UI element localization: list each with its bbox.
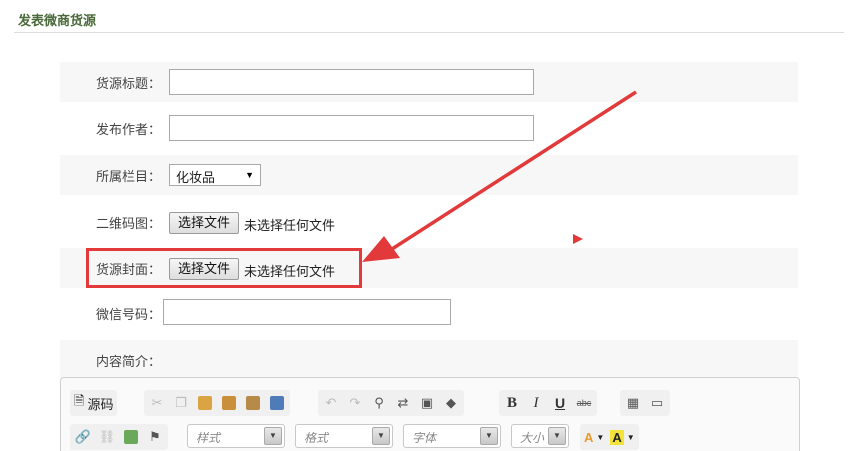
bg-color-label: A <box>610 429 624 445</box>
source-button[interactable]: 🗎 源码 <box>74 393 114 412</box>
font-combo[interactable]: 字体 ▼ <box>403 424 501 448</box>
image-icon[interactable] <box>122 428 140 446</box>
toolbar-group-source: 🗎 源码 <box>70 390 118 416</box>
strikethrough-button[interactable]: abc <box>575 394 593 412</box>
style-placeholder: 样式 <box>196 431 221 445</box>
unlink-icon[interactable]: ⛓ <box>98 428 116 446</box>
paste-word-icon[interactable] <box>244 394 262 412</box>
text-color-label: A <box>584 429 594 445</box>
italic-button[interactable]: I <box>527 394 545 412</box>
eraser-icon[interactable]: ◆ <box>442 394 460 412</box>
horizontal-rule-icon[interactable]: ▭ <box>648 394 666 412</box>
chevron-down-icon: ▼ <box>548 427 566 445</box>
chevron-down-icon: ▼ <box>372 427 390 445</box>
bg-color-button[interactable]: A ▼ <box>610 428 635 446</box>
toolbar-group-clipboard: ✂ ❐ <box>144 390 290 416</box>
underline-button[interactable]: U <box>551 394 569 412</box>
chevron-down-icon: ▼ <box>264 427 282 445</box>
text-color-button[interactable]: A ▼ <box>584 428 604 446</box>
toolbar-group-format: B I U abc <box>499 390 597 416</box>
copy-icon[interactable]: ❐ <box>172 394 190 412</box>
toolbar-group-links: 🔗 ⛓ ⚑ <box>70 424 168 450</box>
format-combo[interactable]: 格式 ▼ <box>295 424 393 448</box>
find-icon[interactable]: ⚲ <box>370 394 388 412</box>
print-icon[interactable] <box>268 394 286 412</box>
replace-icon[interactable]: ⇄ <box>394 394 412 412</box>
undo-icon[interactable]: ↶ <box>322 394 340 412</box>
select-all-icon[interactable]: ▣ <box>418 394 436 412</box>
table-icon[interactable]: ▦ <box>624 394 642 412</box>
redo-icon[interactable]: ↷ <box>346 394 364 412</box>
link-icon[interactable]: 🔗 <box>74 428 92 446</box>
chevron-down-icon: ▼ <box>626 432 635 442</box>
format-placeholder: 格式 <box>304 431 329 445</box>
anchor-flag-icon[interactable]: ⚑ <box>146 428 164 446</box>
bold-button[interactable]: B <box>503 394 521 412</box>
toolbar-group-undo: ↶ ↷ ⚲ ⇄ ▣ ◆ <box>318 390 464 416</box>
font-placeholder: 字体 <box>412 431 437 445</box>
source-icon: 🗎 <box>74 393 85 408</box>
toolbar-group-colors: A ▼ A ▼ <box>580 424 639 450</box>
chevron-down-icon: ▼ <box>596 432 605 442</box>
cut-icon[interactable]: ✂ <box>148 394 166 412</box>
chevron-down-icon: ▼ <box>480 427 498 445</box>
source-label: 源码 <box>87 396 114 412</box>
size-combo[interactable]: 大小 ▼ <box>511 424 569 448</box>
size-placeholder: 大小 <box>520 431 545 445</box>
style-combo[interactable]: 样式 ▼ <box>187 424 285 448</box>
toolbar-group-table: ▦ ▭ <box>620 390 670 416</box>
paste-text-icon[interactable] <box>220 394 238 412</box>
paste-icon[interactable] <box>196 394 214 412</box>
